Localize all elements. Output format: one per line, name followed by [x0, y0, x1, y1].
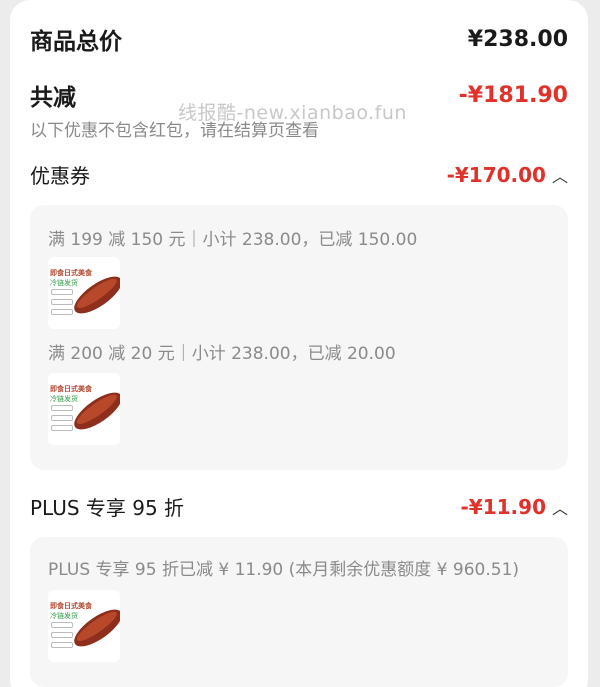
thumb-text-2: 冷链发货 [50, 279, 78, 287]
thumb-tag [51, 289, 73, 295]
thumb-text-1: 即食日式美食 [50, 269, 92, 277]
thumb-text-1: 即食日式美食 [50, 602, 92, 610]
total-row: 商品总价 ¥238.00 [30, 22, 568, 56]
product-thumbnail[interactable]: 即食日式美食 冷链发货 [48, 373, 120, 445]
note-text: 以下优惠不包含红包，请在结算页查看 [30, 121, 319, 141]
thumb-tag [51, 622, 73, 628]
thumb-text-2: 冷链发货 [50, 612, 78, 620]
coupon-rule-1: 满 199 减 150 元｜小计 238.00，已减 150.00 [48, 230, 418, 250]
coupon-amount: -¥170.00 [446, 162, 546, 187]
coupon-title: 优惠券 [30, 164, 90, 188]
plus-detail-text: PLUS 专享 95 折已减 ¥ 11.90 (本月剩余优惠额度 ¥ 960.5… [48, 560, 520, 580]
product-thumbnail[interactable]: 即食日式美食 冷链发货 [48, 590, 120, 662]
plus-header[interactable]: PLUS 专享 95 折 -¥11.90 ︿ [30, 492, 568, 521]
thumb-tag [51, 425, 73, 431]
coupon-header[interactable]: 优惠券 -¥170.00 ︿ [30, 160, 568, 189]
chevron-up-icon[interactable]: ︿ [552, 163, 568, 187]
thumb-tag [51, 309, 73, 315]
chevron-up-icon[interactable]: ︿ [552, 495, 568, 519]
coupon-rule-2: 满 200 减 20 元｜小计 238.00，已减 20.00 [48, 344, 396, 364]
reduce-value: -¥181.90 [458, 82, 568, 108]
thumb-tag [51, 405, 73, 411]
thumb-text-2: 冷链发货 [50, 395, 78, 403]
product-thumbnail[interactable]: 即食日式美食 冷链发货 [48, 257, 120, 329]
thumb-tag [51, 415, 73, 421]
thumb-tag [51, 632, 73, 638]
coupon-detail-panel: 满 199 减 150 元｜小计 238.00，已减 150.00 即食日式美食… [30, 205, 568, 470]
thumb-text-1: 即食日式美食 [50, 385, 92, 393]
plus-detail-panel: PLUS 专享 95 折已减 ¥ 11.90 (本月剩余优惠额度 ¥ 960.5… [30, 537, 568, 687]
reduce-label: 共减 [30, 85, 76, 111]
discount-detail-card: 商品总价 ¥238.00 共减 -¥181.90 线报酷-new.xianbao… [10, 0, 588, 687]
total-label: 商品总价 [30, 29, 122, 55]
thumb-tag [51, 642, 73, 648]
thumb-tag [51, 299, 73, 305]
plus-title: PLUS 专享 95 折 [30, 496, 185, 520]
plus-amount: -¥11.90 [460, 494, 546, 519]
total-value: ¥238.00 [467, 26, 568, 52]
